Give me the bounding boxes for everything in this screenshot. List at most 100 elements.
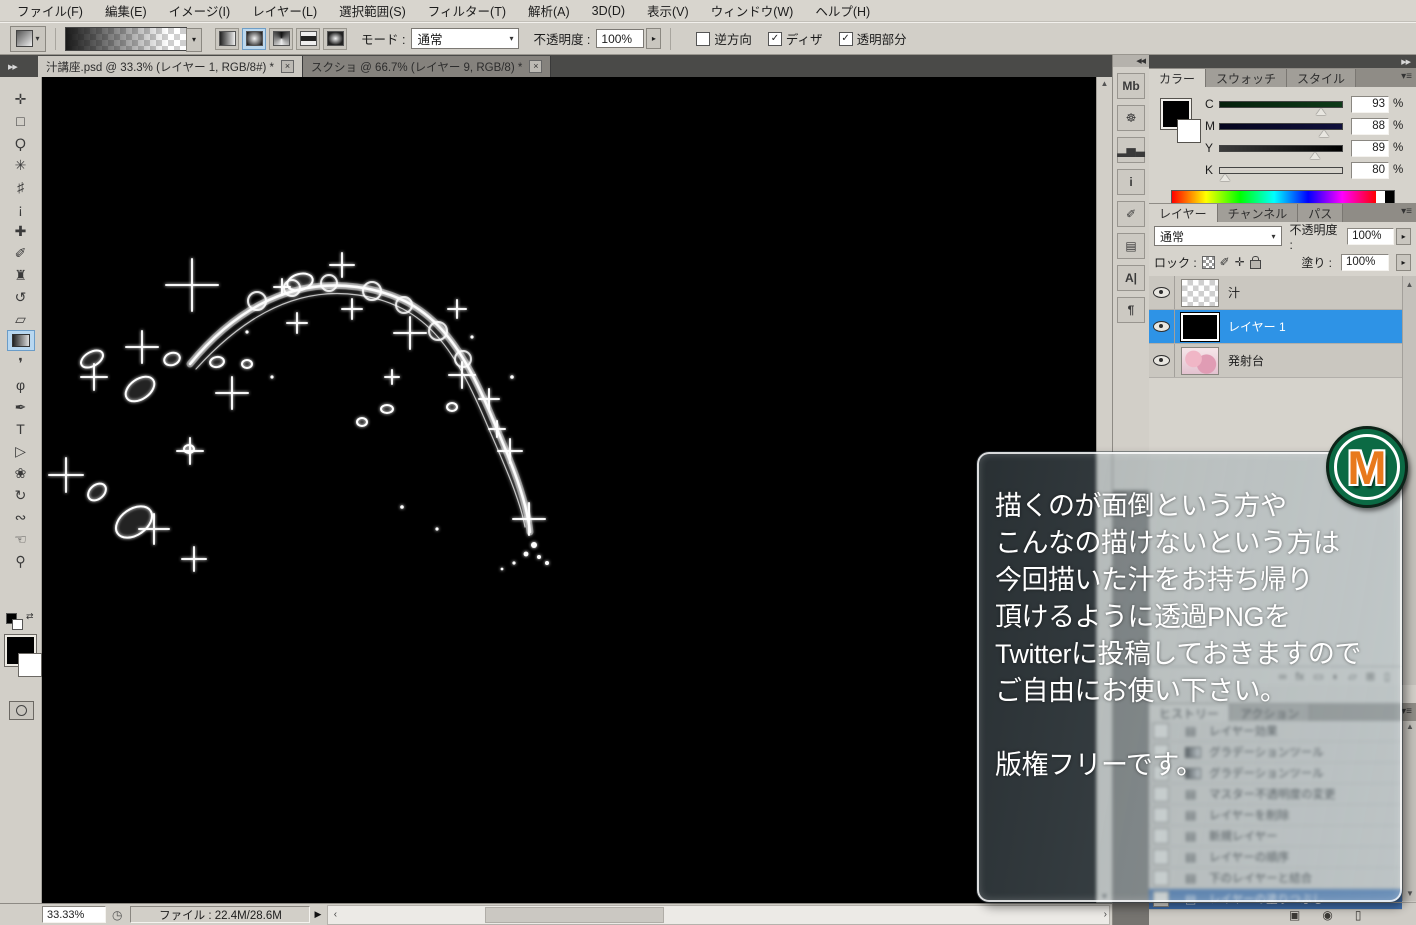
dock-panel-icon-clone-source[interactable]: ▤ xyxy=(1117,233,1145,259)
tool-button-hand[interactable]: ☜ xyxy=(7,528,35,549)
layer-fill-input[interactable]: 100% xyxy=(1341,254,1389,271)
slider-thumb-icon[interactable] xyxy=(1319,130,1329,137)
scroll-left-icon[interactable]: ‹ xyxy=(328,909,342,920)
tool-preset-button[interactable]: ▾ xyxy=(10,26,46,52)
tool-button-brush[interactable]: ✐ xyxy=(7,242,35,263)
menu-item[interactable]: 選択範囲(S) xyxy=(328,1,417,20)
layer-row-発射台[interactable]: 発射台 xyxy=(1149,344,1402,378)
swap-colors-icon[interactable]: ⇄ xyxy=(26,611,34,622)
scroll-up-icon[interactable]: ▲ xyxy=(1099,79,1110,88)
opacity-slider-button[interactable]: ▸ xyxy=(1396,228,1411,245)
menu-item[interactable]: ウィンドウ(W) xyxy=(700,1,805,20)
tool-button-type[interactable]: T xyxy=(7,418,35,439)
panel-menu-icon[interactable]: ▾≡ xyxy=(1401,71,1412,82)
layer-opacity-input[interactable]: 100% xyxy=(1347,228,1394,245)
panel-menu-icon[interactable]: ▾≡ xyxy=(1401,206,1412,217)
canvas-horizontal-scrollbar[interactable]: ‹ › xyxy=(327,905,1110,925)
collapse-dock-icon[interactable]: ◀◀ xyxy=(1113,55,1149,67)
menu-item[interactable]: 解析(A) xyxy=(517,1,581,20)
close-icon[interactable]: × xyxy=(529,60,542,73)
document-canvas[interactable] xyxy=(42,77,1096,903)
gradient-type-button-reflected[interactable] xyxy=(296,28,320,50)
lock-pixels-icon[interactable]: ✐ xyxy=(1220,255,1230,269)
dock-panel-icon-character[interactable]: A| xyxy=(1117,265,1145,291)
tool-button-quick-selection[interactable]: ✳ xyxy=(7,154,35,175)
history-panel-button-icon-delete-state[interactable]: ▯ xyxy=(1355,908,1362,922)
gradient-type-button-diamond[interactable] xyxy=(323,28,347,50)
layer-thumbnail[interactable] xyxy=(1181,279,1219,307)
menu-item[interactable]: イメージ(I) xyxy=(158,1,242,20)
channel-slider[interactable] xyxy=(1219,101,1343,108)
menu-item[interactable]: 編集(E) xyxy=(94,1,158,20)
channel-value-input[interactable]: 80 xyxy=(1351,162,1389,179)
option-checkbox[interactable]: ディザ xyxy=(768,29,823,48)
blend-mode-select[interactable]: 通常 ▾ xyxy=(411,28,519,49)
slider-thumb-icon[interactable] xyxy=(1220,174,1230,181)
opacity-input[interactable]: 100% xyxy=(596,29,644,48)
tool-button-gradient[interactable] xyxy=(7,330,35,351)
opacity-slider-button[interactable]: ▸ xyxy=(646,28,661,49)
tool-button-clone-stamp[interactable]: ♜ xyxy=(7,264,35,285)
option-checkbox[interactable]: 透明部分 xyxy=(839,29,907,48)
panel-tab[interactable]: チャンネル xyxy=(1218,204,1299,222)
dock-panel-icon-navigator-wheel[interactable]: ☸ xyxy=(1117,105,1145,131)
menu-item[interactable]: レイヤー(L) xyxy=(241,1,328,20)
document-tab[interactable]: スクショ @ 66.7% (レイヤー 9, RGB/8) * × xyxy=(303,56,551,77)
tool-button-eraser[interactable]: ▱ xyxy=(7,308,35,329)
history-panel-button-icon-new-document-from-state[interactable]: ▣ xyxy=(1289,908,1300,922)
lock-transparency-icon[interactable] xyxy=(1202,256,1215,269)
menu-item[interactable]: ファイル(F) xyxy=(6,1,94,20)
tool-button-rectangular-marquee[interactable]: □ xyxy=(7,110,35,131)
visibility-toggle[interactable] xyxy=(1149,276,1175,309)
tool-button-3d-orbit[interactable]: ∾ xyxy=(7,506,35,527)
channel-value-input[interactable]: 89 xyxy=(1351,140,1389,157)
tool-button-dodge[interactable]: φ xyxy=(7,374,35,395)
layer-row-汁[interactable]: 汁 xyxy=(1149,276,1402,310)
background-color-swatch[interactable] xyxy=(1177,119,1201,143)
tool-button-crop[interactable]: ♯ xyxy=(7,176,35,197)
tab-overflow-icon[interactable]: ▶▶ xyxy=(0,63,38,77)
lock-position-icon[interactable]: ✛ xyxy=(1235,255,1245,269)
panel-tab[interactable]: レイヤー xyxy=(1149,204,1218,222)
scrollbar-thumb[interactable] xyxy=(485,907,664,923)
panel-tab[interactable]: スタイル xyxy=(1287,69,1356,87)
gradient-type-button-angle[interactable] xyxy=(269,28,293,50)
fill-slider-button[interactable]: ▸ xyxy=(1396,254,1411,271)
chevron-down-icon[interactable]: ▾ xyxy=(186,28,202,52)
dock-panel-icon-histogram[interactable]: ▂▅▃ xyxy=(1117,137,1145,163)
history-scrollbar[interactable]: ▲ ▼ xyxy=(1402,721,1416,901)
option-checkbox[interactable]: 逆方向 xyxy=(696,29,752,48)
tool-button-eyedropper[interactable]: ¡ xyxy=(7,198,35,219)
layer-thumbnail[interactable] xyxy=(1181,347,1219,375)
tool-button-blur[interactable]: ❜ xyxy=(7,352,35,373)
default-colors-icon[interactable] xyxy=(12,619,23,630)
scroll-right-icon[interactable]: › xyxy=(1104,909,1107,920)
tool-button-pen[interactable]: ✒ xyxy=(7,396,35,417)
panel-tab[interactable]: スウォッチ xyxy=(1206,69,1287,87)
tool-button-move[interactable]: ✛ xyxy=(7,88,35,109)
menu-item[interactable]: ヘルプ(H) xyxy=(804,1,881,20)
tool-button-custom-shape[interactable]: ❀ xyxy=(7,462,35,483)
tool-button-healing-brush[interactable]: ✚ xyxy=(7,220,35,241)
lock-all-icon[interactable] xyxy=(1250,260,1261,269)
dock-panel-icon-info[interactable]: i xyxy=(1117,169,1145,195)
collapse-panels-icon[interactable]: ▶▶ xyxy=(1149,55,1416,68)
panel-tab[interactable]: パス xyxy=(1298,204,1343,222)
layer-blend-mode-select[interactable]: 通常▾ xyxy=(1154,226,1282,246)
channel-value-input[interactable]: 93 xyxy=(1351,96,1389,113)
document-tab[interactable]: 汁講座.psd @ 33.3% (レイヤー 1, RGB/8#) * × xyxy=(38,56,303,77)
scroll-up-icon[interactable]: ▲ xyxy=(1406,722,1414,731)
layer-row-レイヤー 1[interactable]: レイヤー 1 xyxy=(1149,310,1402,344)
layer-thumbnail[interactable] xyxy=(1181,313,1219,341)
quick-mask-button[interactable] xyxy=(9,701,34,720)
channel-value-input[interactable]: 88 xyxy=(1351,118,1389,135)
scroll-down-icon[interactable]: ▼ xyxy=(1406,889,1414,898)
menu-item[interactable]: 3D(D) xyxy=(581,4,636,18)
channel-slider[interactable] xyxy=(1219,167,1343,174)
tool-button-history-brush[interactable]: ↺ xyxy=(7,286,35,307)
visibility-toggle[interactable] xyxy=(1149,310,1175,343)
panel-menu-icon[interactable]: ▾≡ xyxy=(1401,706,1412,717)
tool-button-zoom[interactable]: ⚲ xyxy=(7,550,35,571)
tool-button-3d-rotate[interactable]: ↻ xyxy=(7,484,35,505)
dock-panel-icon-brush-presets[interactable]: ✐ xyxy=(1117,201,1145,227)
